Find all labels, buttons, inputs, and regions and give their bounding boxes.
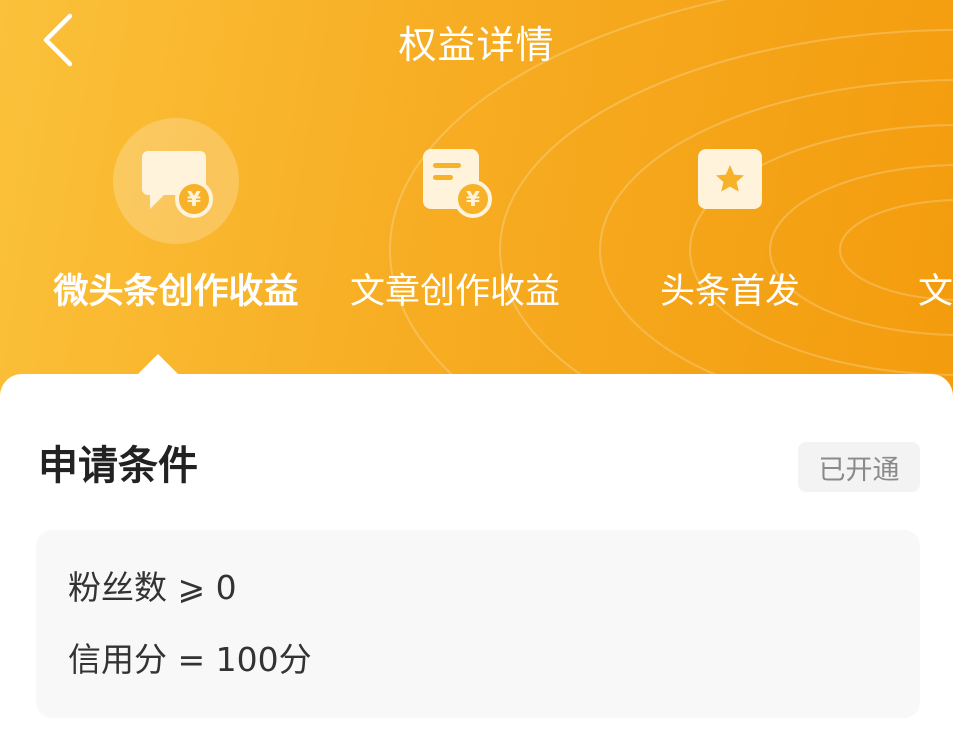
status-badge: 已开通 — [798, 442, 920, 492]
condition-followers: 粉丝数 ⩾ 0 — [68, 568, 237, 607]
tab-label: 文章创作收益 — [349, 272, 560, 312]
tab-label: 微头条创作收益 — [53, 272, 299, 312]
tab-toutiao-first-release[interactable]: 头条首发 — [605, 118, 855, 328]
active-tab-pointer — [136, 354, 180, 376]
tab-icon-circle: ¥ — [392, 118, 518, 244]
tab-icon-circle — [667, 118, 793, 244]
tab-article-earnings[interactable]: ¥ 文章创作收益 — [330, 118, 580, 328]
svg-text:¥: ¥ — [466, 187, 480, 211]
rights-detail-page: 权益详情 ¥ 微头条创作收益 ¥ 文章创作收益 头条首发 文 申请条件 已开通 … — [0, 0, 953, 744]
tab-label: 文 — [918, 272, 953, 312]
conditions-box: 粉丝数 ⩾ 0 信用分 = 100分 — [36, 530, 920, 718]
tab-label: 头条首发 — [659, 272, 800, 312]
page-title: 权益详情 — [398, 23, 555, 67]
condition-credit-score: 信用分 = 100分 — [68, 640, 312, 679]
star-card-icon — [698, 149, 762, 209]
svg-text:¥: ¥ — [187, 187, 201, 211]
tab-weitoutiao-earnings[interactable]: ¥ 微头条创作收益 — [36, 118, 316, 328]
header-banner: 权益详情 ¥ 微头条创作收益 ¥ 文章创作收益 头条首发 文 — [0, 0, 953, 400]
chat-bubble-yuan-icon: ¥ — [142, 151, 213, 218]
section-title: 申请条件 — [38, 443, 198, 489]
tab-icon-circle: ¥ — [113, 118, 239, 244]
tab-partial[interactable]: 文 — [918, 118, 953, 328]
document-yuan-icon: ¥ — [423, 149, 492, 218]
